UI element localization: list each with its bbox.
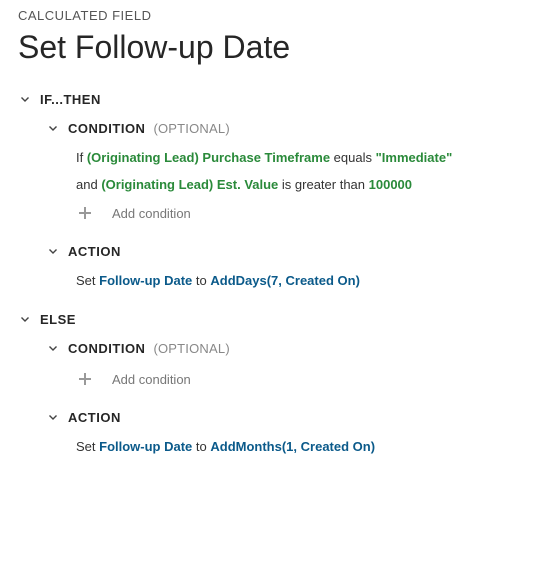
if-action-row[interactable]: Set Follow-up Date to AddDays(7, Created… bbox=[76, 273, 515, 288]
action-mid: to bbox=[192, 439, 210, 454]
collapse-icon[interactable] bbox=[18, 315, 32, 325]
collapse-icon[interactable] bbox=[46, 124, 60, 134]
action-function: AddMonths(1, Created On) bbox=[210, 439, 375, 454]
collapse-icon[interactable] bbox=[18, 95, 32, 105]
else-action-row[interactable]: Set Follow-up Date to AddMonths(1, Creat… bbox=[76, 439, 515, 454]
collapse-icon[interactable] bbox=[46, 247, 60, 257]
breadcrumb: CALCULATED FIELD bbox=[18, 8, 515, 23]
action-label: ACTION bbox=[68, 410, 121, 425]
condition-value: 100000 bbox=[369, 177, 412, 192]
collapse-icon[interactable] bbox=[46, 344, 60, 354]
action-mid: to bbox=[192, 273, 210, 288]
plus-icon bbox=[76, 204, 94, 222]
condition-prefix: and bbox=[76, 177, 101, 192]
action-field: Follow-up Date bbox=[99, 273, 192, 288]
if-then-label: IF...THEN bbox=[40, 92, 101, 107]
add-condition-label: Add condition bbox=[112, 372, 191, 387]
condition-row-2[interactable]: and (Originating Lead) Est. Value is gre… bbox=[76, 177, 515, 192]
action-field: Follow-up Date bbox=[99, 439, 192, 454]
condition-prefix: If bbox=[76, 150, 87, 165]
else-action-header[interactable]: ACTION bbox=[46, 410, 515, 425]
action-prefix: Set bbox=[76, 273, 99, 288]
condition-operator: is greater than bbox=[278, 177, 368, 192]
if-condition-header[interactable]: CONDITION (OPTIONAL) bbox=[46, 121, 515, 136]
plus-icon bbox=[76, 370, 94, 388]
else-condition-header[interactable]: CONDITION (OPTIONAL) bbox=[46, 341, 515, 356]
action-prefix: Set bbox=[76, 439, 99, 454]
condition-label: CONDITION bbox=[68, 341, 145, 356]
condition-field: (Originating Lead) Purchase Timeframe bbox=[87, 150, 330, 165]
condition-value: "Immediate" bbox=[376, 150, 453, 165]
collapse-icon[interactable] bbox=[46, 413, 60, 423]
if-then-header[interactable]: IF...THEN bbox=[18, 92, 515, 107]
condition-label: CONDITION bbox=[68, 121, 145, 136]
page-title: Set Follow-up Date bbox=[18, 29, 515, 66]
add-condition-button-if[interactable]: Add condition bbox=[76, 204, 515, 222]
if-action-header[interactable]: ACTION bbox=[46, 244, 515, 259]
condition-row-1[interactable]: If (Originating Lead) Purchase Timeframe… bbox=[76, 150, 515, 165]
add-condition-button-else[interactable]: Add condition bbox=[76, 370, 515, 388]
add-condition-label: Add condition bbox=[112, 206, 191, 221]
action-function: AddDays(7, Created On) bbox=[210, 273, 360, 288]
else-header[interactable]: ELSE bbox=[18, 312, 515, 327]
condition-field: (Originating Lead) Est. Value bbox=[101, 177, 278, 192]
optional-label: (OPTIONAL) bbox=[153, 121, 229, 136]
else-label: ELSE bbox=[40, 312, 76, 327]
action-label: ACTION bbox=[68, 244, 121, 259]
optional-label: (OPTIONAL) bbox=[153, 341, 229, 356]
condition-operator: equals bbox=[330, 150, 376, 165]
